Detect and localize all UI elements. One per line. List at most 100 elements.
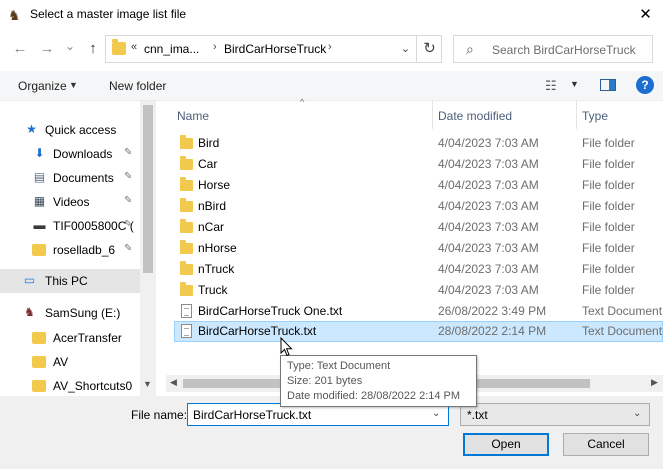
address-dropdown-icon[interactable]: ⌄ — [395, 36, 415, 62]
file-row[interactable]: nHorse 4/04/2023 7:03 AM File folder — [174, 238, 663, 259]
sidebar-item-label: rosellad​b_6 — [53, 243, 116, 257]
file-row[interactable]: nTruck 4/04/2023 7:03 AM File folder — [174, 259, 663, 280]
window-title: Select a master image list file — [30, 7, 187, 21]
recent-locations-icon[interactable]: ⌄ — [60, 35, 80, 57]
sort-ascending-icon: ^ — [300, 97, 305, 107]
app-icon: ♞ — [8, 7, 21, 23]
folder-icon — [32, 244, 46, 256]
sidebar-item-label: Quick access — [45, 123, 117, 137]
scroll-right-icon[interactable]: ▶ — [651, 377, 658, 388]
folder-icon — [180, 135, 193, 149]
sidebar-item-label: AV — [53, 355, 69, 369]
column-name[interactable]: Name — [177, 109, 209, 123]
folder-icon — [32, 380, 46, 392]
open-button[interactable]: Open — [463, 433, 549, 456]
sidebar-item-samsung[interactable]: ♞ SamSung (E:) — [0, 301, 140, 325]
breadcrumb-segment[interactable]: BirdCarHorseTruck — [224, 42, 326, 56]
column-type[interactable]: Type — [582, 109, 608, 123]
file-name: nCar — [198, 220, 225, 234]
sidebar-item-downloads[interactable]: ⬇ Downloads ✎ — [0, 142, 140, 166]
new-folder-button[interactable]: New folder — [109, 79, 166, 93]
refresh-icon[interactable]: ↻ — [416, 36, 442, 62]
chevron-down-icon[interactable]: ▼ — [570, 79, 579, 89]
back-icon[interactable]: ← — [10, 38, 30, 60]
file-row[interactable]: Horse 4/04/2023 7:03 AM File folder — [174, 175, 663, 196]
address-overflow-icon[interactable]: « — [131, 41, 137, 53]
this-pc-icon: ▭ — [23, 273, 36, 287]
up-icon[interactable]: ↑ — [83, 38, 103, 60]
documents-icon: ▤ — [33, 170, 46, 184]
cancel-button[interactable]: Cancel — [563, 433, 649, 456]
tooltip-type: Type: Text Document — [287, 360, 391, 372]
file-row[interactable]: Bird 4/04/2023 7:03 AM File folder — [174, 133, 663, 154]
sidebar-item-quick-access[interactable]: ★ Quick access — [0, 118, 140, 142]
sidebar-item-av-shortcuts[interactable]: AV_Shortcuts0 — [0, 374, 140, 396]
file-name: Car — [198, 157, 218, 171]
chevron-down-icon[interactable]: ⌄ — [432, 408, 440, 419]
file-row[interactable]: BirdCarHorseTruck One.txt 26/08/2022 3:4… — [174, 301, 663, 322]
sidebar-item-this-pc[interactable]: ▭ This PC — [0, 269, 140, 293]
close-button[interactable]: ✕ — [628, 0, 663, 30]
file-type: File folder — [582, 136, 635, 150]
breadcrumb-segment[interactable]: cnn_ima... — [144, 42, 199, 56]
text-file-icon — [181, 324, 192, 338]
videos-icon: ▦ — [33, 194, 46, 208]
breadcrumb-separator-icon[interactable]: › — [213, 41, 217, 53]
file-type: File folder — [582, 157, 635, 171]
file-row[interactable]: nBird 4/04/2023 7:03 AM File folder — [174, 196, 663, 217]
folder-icon — [180, 156, 193, 170]
folder-icon — [180, 261, 193, 275]
sidebar-item-roselladb[interactable]: rosellad​b_6 ✎ — [0, 238, 140, 262]
preview-pane-icon[interactable] — [600, 79, 616, 91]
file-type: File folder — [582, 178, 635, 192]
sidebar-item-documents[interactable]: ▤ Documents ✎ — [0, 166, 140, 190]
chevron-down-icon[interactable]: ▼ — [69, 80, 78, 90]
pin-icon: ✎ — [124, 147, 133, 158]
sidebar-item-tif0005800c[interactable]: ▬ TIF0005800C ( ✎ — [0, 214, 140, 238]
search-input[interactable]: ⌕ Search BirdCarHorseTruck — [453, 35, 653, 63]
folder-icon — [32, 356, 46, 368]
samsung-drive-icon: ♞ — [24, 305, 35, 319]
sidebar-item-av[interactable]: AV — [0, 350, 140, 374]
sidebar-item-label: AV_Shortcuts0 — [53, 379, 133, 393]
file-row[interactable]: Car 4/04/2023 7:03 AM File folder — [174, 154, 663, 175]
pin-icon: ✎ — [124, 171, 133, 182]
file-row[interactable]: nCar 4/04/2023 7:03 AM File folder — [174, 217, 663, 238]
view-options-icon[interactable]: ☷ — [545, 78, 557, 94]
file-name: BirdCarHorseTruck.txt — [198, 324, 317, 338]
sidebar-scrollbar-thumb[interactable] — [143, 105, 153, 273]
file-type: File folder — [582, 199, 635, 213]
column-divider[interactable] — [432, 101, 433, 129]
folder-icon — [180, 198, 193, 212]
pin-icon: ✎ — [124, 243, 133, 254]
file-row[interactable]: Truck 4/04/2023 7:03 AM File folder — [174, 280, 663, 301]
folder-icon — [180, 240, 193, 254]
mouse-cursor-icon — [280, 337, 293, 357]
file-row-selected[interactable]: BirdCarHorseTruck.txt 28/08/2022 2:14 PM… — [174, 321, 663, 342]
file-name: nBird — [198, 199, 227, 213]
organize-button[interactable]: Organize — [18, 79, 67, 93]
file-name: Bird — [198, 136, 220, 150]
sidebar-item-label: Downloads — [53, 147, 113, 161]
sidebar-item-acertransfer[interactable]: AcerTransfer — [0, 326, 140, 350]
scroll-down-icon[interactable]: ▼ — [143, 379, 152, 389]
folder-icon — [112, 39, 126, 55]
column-divider[interactable] — [576, 101, 577, 129]
sidebar-item-label: This PC — [45, 274, 88, 288]
forward-icon[interactable]: → — [37, 38, 57, 60]
address-bar[interactable]: « cnn_ima... › BirdCarHorseTruck › ⌄ ↻ — [105, 35, 442, 63]
file-date: 4/04/2023 7:03 AM — [438, 241, 539, 255]
file-name: Horse — [198, 178, 231, 192]
column-date-modified[interactable]: Date modified — [438, 109, 512, 123]
sidebar-item-videos[interactable]: ▦ Videos ✎ — [0, 190, 140, 214]
scroll-left-icon[interactable]: ◀ — [170, 377, 177, 388]
search-placeholder: Search BirdCarHorseTruck — [492, 43, 636, 57]
help-icon[interactable]: ? — [636, 76, 654, 94]
chevron-down-icon[interactable]: ⌄ — [633, 408, 641, 419]
breadcrumb-separator-icon[interactable]: › — [328, 41, 332, 53]
file-type-filter[interactable]: *.txt ⌄ — [460, 403, 650, 426]
file-type: Text Document — [582, 324, 663, 338]
file-type: File folder — [582, 283, 635, 297]
title-bar: ♞ Select a master image list file ✕ — [0, 0, 663, 31]
file-date: 28/08/2022 2:14 PM — [438, 324, 547, 338]
